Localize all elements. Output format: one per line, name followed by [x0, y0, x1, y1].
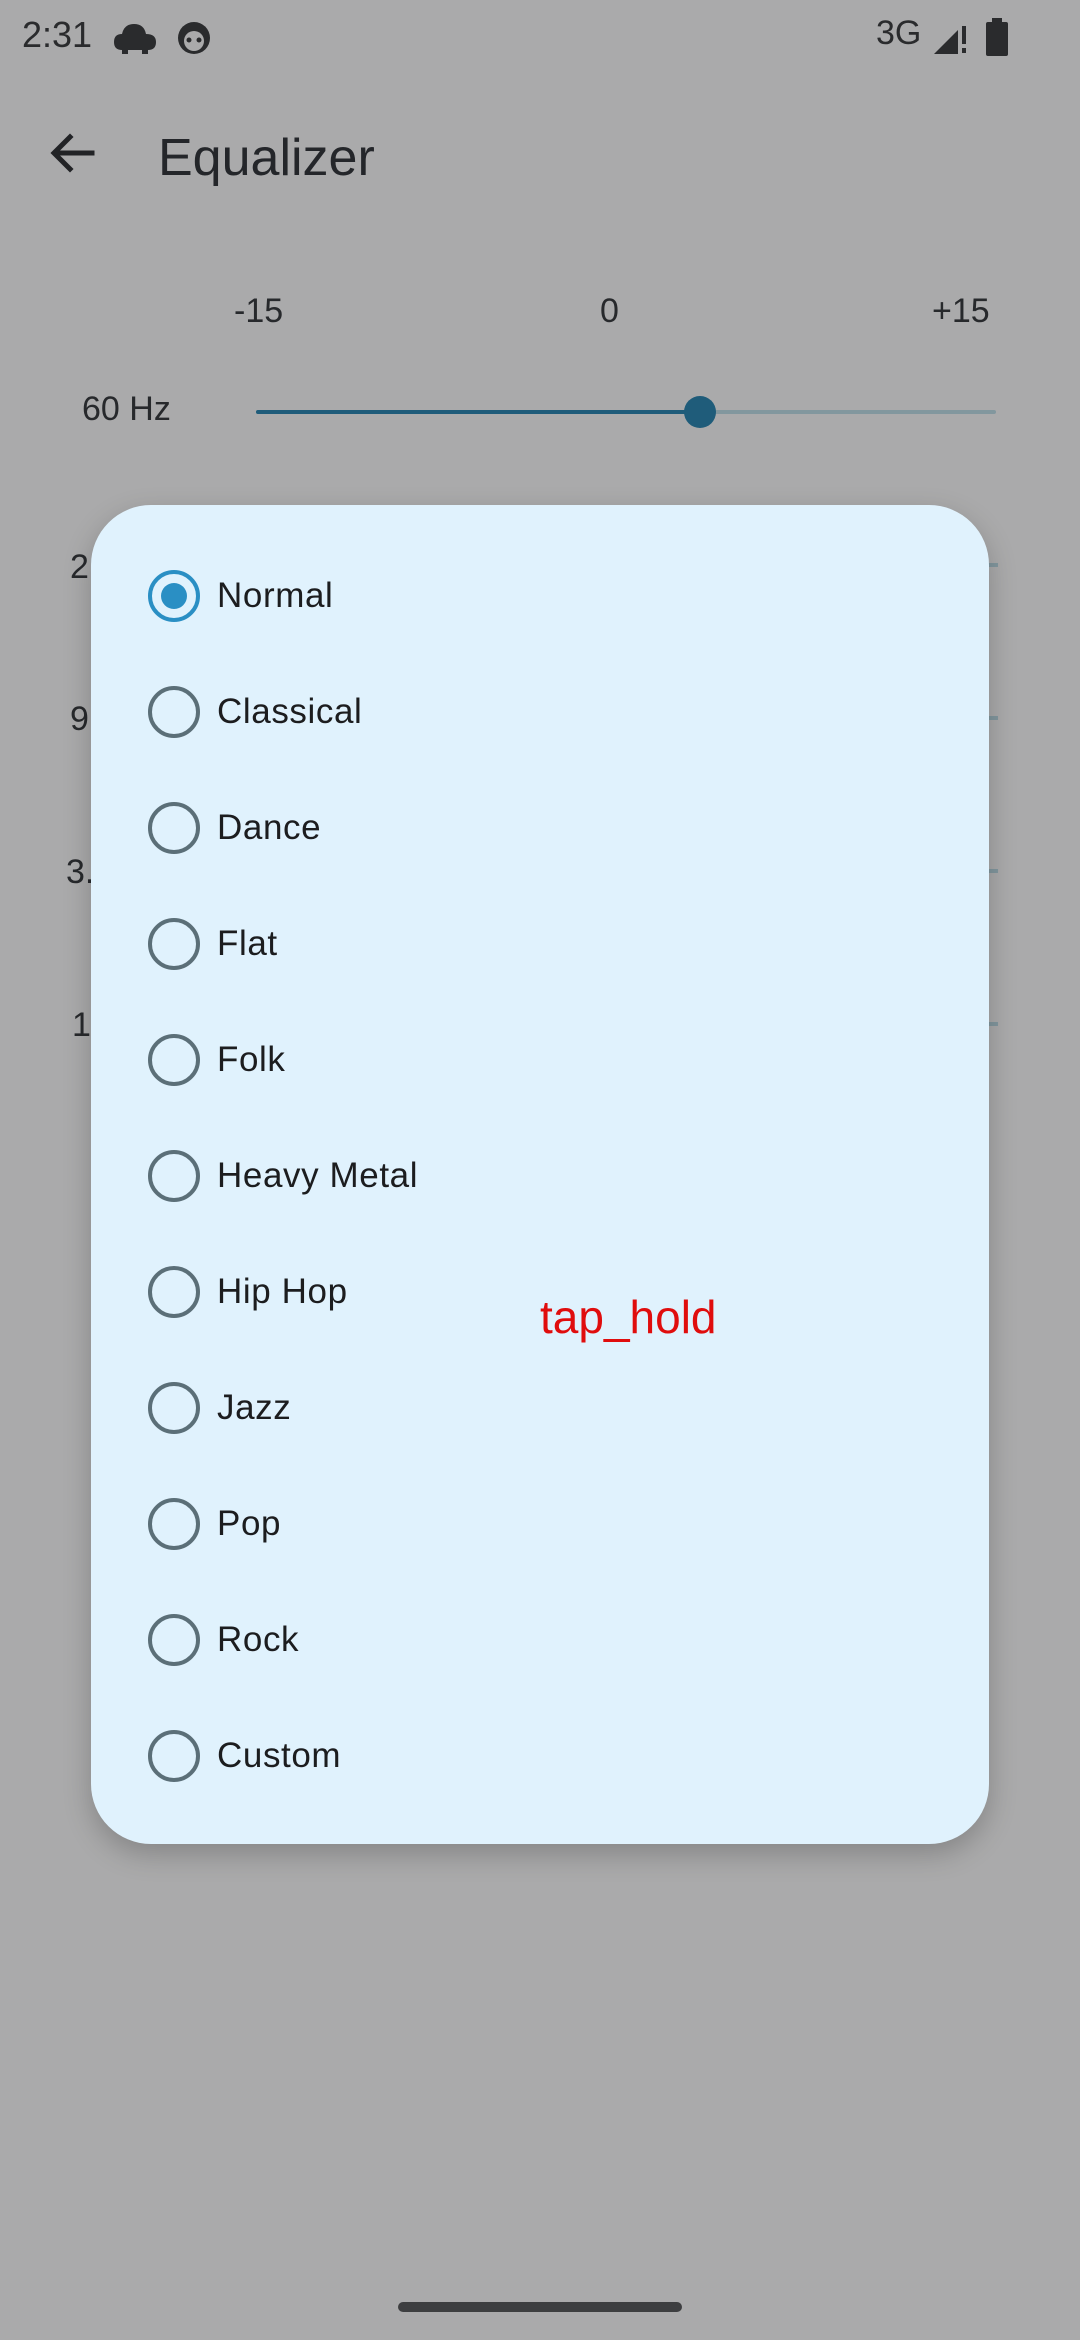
- preset-option[interactable]: Folk: [91, 1001, 989, 1117]
- preset-option-label: Dance: [217, 808, 322, 847]
- preset-option-label: Rock: [217, 1620, 300, 1659]
- band-label-partial: 1: [72, 1006, 91, 1044]
- face-icon: [178, 22, 210, 54]
- preset-option[interactable]: Rock: [91, 1581, 989, 1697]
- radio-unchecked-icon[interactable]: [148, 1150, 200, 1202]
- band-label-partial: 9: [70, 700, 89, 738]
- preset-option-label: Heavy Metal: [217, 1156, 419, 1195]
- gesture-nav-handle[interactable]: [398, 2302, 682, 2312]
- network-type: 3G: [876, 14, 922, 52]
- radio-unchecked-icon[interactable]: [148, 1498, 200, 1550]
- scale-min-label: -15: [234, 292, 284, 330]
- preset-option-label: Classical: [217, 692, 363, 731]
- band-slider-thumb[interactable]: [684, 396, 716, 428]
- scale-max-label: +15: [932, 292, 990, 330]
- preset-option[interactable]: Pop: [91, 1465, 989, 1581]
- preset-option[interactable]: Custom: [91, 1697, 989, 1813]
- arrow-left-icon[interactable]: [40, 120, 106, 186]
- page-title: Equalizer: [158, 129, 375, 187]
- preset-option-label: Hip Hop: [217, 1272, 348, 1311]
- status-bar: 2:31 3G: [0, 0, 1080, 72]
- band-slider-fill: [256, 410, 700, 414]
- preset-option[interactable]: Jazz: [91, 1349, 989, 1465]
- radio-dot: [161, 583, 187, 609]
- gesture-overlay-label: tap_hold: [540, 1291, 717, 1343]
- band-slider-track-edge: [988, 716, 998, 720]
- radio-unchecked-icon[interactable]: [148, 918, 200, 970]
- top-app-bar: Equalizer: [0, 100, 1080, 220]
- preset-option-label: Folk: [217, 1040, 286, 1079]
- band-slider[interactable]: [256, 396, 996, 428]
- band-slider-track-edge: [988, 869, 998, 873]
- preset-option[interactable]: Dance: [91, 769, 989, 885]
- preset-dialog: Normal Classical Dance Flat Folk Heavy Metal H…: [91, 505, 989, 1844]
- preset-option[interactable]: Normal: [91, 537, 989, 653]
- band-slider-track-edge: [988, 563, 998, 567]
- band-row-60hz: 60 Hz: [0, 382, 1080, 442]
- radio-unchecked-icon[interactable]: [148, 1034, 200, 1086]
- radio-unchecked-icon[interactable]: [148, 802, 200, 854]
- radio-unchecked-icon[interactable]: [148, 1266, 200, 1318]
- preset-option-label: Jazz: [217, 1388, 292, 1427]
- signal-icon: [934, 26, 966, 54]
- preset-option[interactable]: Classical: [91, 653, 989, 769]
- status-time: 2:31: [22, 14, 93, 55]
- radio-checked-icon[interactable]: [148, 570, 200, 622]
- preset-option-label: Normal: [217, 576, 334, 615]
- radio-unchecked-icon[interactable]: [148, 686, 200, 738]
- radio-unchecked-icon[interactable]: [148, 1614, 200, 1666]
- preset-option-label: Pop: [217, 1504, 282, 1543]
- band-label-partial: 2: [70, 548, 89, 586]
- battery-icon: [986, 18, 1008, 56]
- scale-mid-label: 0: [600, 292, 619, 330]
- radio-unchecked-icon[interactable]: [148, 1382, 200, 1434]
- preset-option-label: Custom: [217, 1736, 342, 1775]
- preset-option[interactable]: Flat: [91, 885, 989, 1001]
- preset-option-label: Flat: [217, 924, 278, 963]
- cloud-icon: [114, 24, 156, 54]
- band-slider-track-edge: [988, 1022, 998, 1026]
- preset-option[interactable]: Heavy Metal: [91, 1117, 989, 1233]
- band-label: 60 Hz: [82, 390, 171, 428]
- radio-unchecked-icon[interactable]: [148, 1730, 200, 1782]
